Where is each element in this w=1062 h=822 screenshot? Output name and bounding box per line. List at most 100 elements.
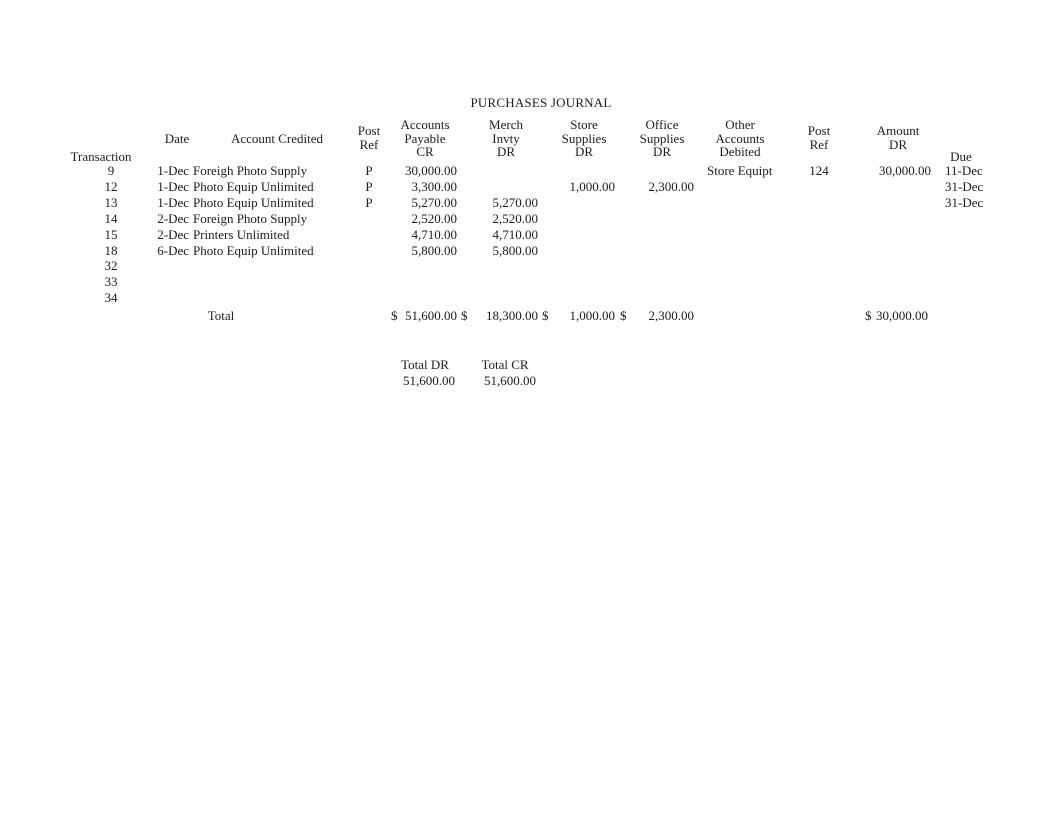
column-header-post-ref-1: Post Ref (358, 124, 380, 151)
total-dr-value: 51,600.00 (403, 373, 455, 388)
total-row-label: Total (207, 308, 235, 323)
cell-other-accounts: Store Equipt (707, 163, 773, 178)
total-row: Total $ 51,600.00 $ 18,300.00 $ 1,000.00… (0, 308, 1062, 324)
column-header-other-accounts-line3: Debited (719, 144, 761, 159)
column-header-merch-invty-line1: Merch (489, 117, 523, 132)
cell-post-ref-2: 124 (809, 163, 829, 178)
cell-date: 1-Dec (157, 163, 189, 178)
cell-due: 31-Dec (945, 194, 984, 210)
column-header-other-accounts-line2: Accounts (715, 130, 765, 146)
cell-post-ref-1: P (365, 163, 373, 178)
cell-merch-invty: 4,710.00 (492, 226, 539, 242)
purchases-journal-sheet: PURCHASES JOURNAL Transaction Date Accou… (0, 0, 1062, 822)
table-row: 15 2-Dec Printers Unlimited 4,710.00 4,710.0… (0, 227, 1062, 243)
column-header-other-accounts-line1: Other (725, 117, 755, 132)
cell-date: 2-Dec (157, 226, 189, 242)
cell-accounts-payable: 3,300.00 (411, 178, 458, 194)
total-row-currency-store-supplies: $ (542, 308, 549, 323)
cell-transaction: 12 (104, 178, 118, 194)
cell-date: 1-Dec (157, 178, 189, 194)
cell-transaction: 9 (107, 163, 115, 178)
total-row-store-supplies: 1,000.00 (569, 308, 616, 323)
cell-transaction: 15 (104, 226, 118, 242)
column-header-post-ref-2-line2: Ref (809, 136, 829, 152)
column-header-post-ref-2: Post Ref (808, 124, 830, 151)
cell-merch-invty: 5,270.00 (492, 194, 539, 210)
cell-office-supplies: 2,300.00 (648, 178, 695, 194)
page-title: PURCHASES JOURNAL (470, 95, 612, 110)
cell-account-credited: Printers Unlimited (193, 226, 290, 242)
column-header-amount-line2: DR (888, 136, 908, 152)
total-cr-label: Total CR (481, 357, 529, 372)
table-row: 14 2-Dec Foreign Photo Supply 2,520.00 2,520… (0, 211, 1062, 227)
total-row-currency-accounts-payable: $ (391, 308, 398, 323)
cell-transaction: 18 (104, 242, 118, 258)
cell-accounts-payable: 5,800.00 (411, 242, 458, 258)
column-header-accounts-payable: Accounts Payable CR (400, 118, 449, 159)
table-row: 13 1-Dec Photo Equip Unlimited P 5,270.00 5,2… (0, 195, 1062, 211)
cell-due: 11-Dec (945, 163, 983, 178)
column-header-office-supplies: Office Supplies DR (640, 118, 685, 159)
column-header-store-supplies-line3: DR (574, 144, 594, 159)
column-header-account-credited: Account Credited (230, 131, 324, 146)
column-header-store-supplies-line1: Store (570, 117, 598, 132)
cell-transaction: 32 (104, 258, 118, 274)
cell-accounts-payable: 4,710.00 (411, 226, 458, 242)
table-row: 34 (0, 290, 1062, 306)
column-header-merch-invty-line2: Invty (492, 130, 520, 146)
column-header-date: Date (164, 131, 190, 146)
column-header-accounts-payable-line2: Payable (404, 130, 446, 146)
cell-transaction: 13 (104, 194, 118, 210)
column-header-merch-invty: Merch Invty DR (489, 118, 523, 159)
column-header-store-supplies-line2: Supplies (561, 130, 607, 146)
cell-due: 31-Dec (945, 178, 984, 194)
table-row: 12 1-Dec Photo Equip Unlimited P 3,300.00 1,0… (0, 179, 1062, 195)
column-header-store-supplies: Store Supplies DR (562, 118, 607, 159)
total-row-amount: 30,000.00 (876, 308, 928, 323)
column-header-office-supplies-line1: Office (645, 117, 679, 132)
cell-accounts-payable: 30,000.00 (405, 163, 457, 178)
cell-account-credited: Photo Equip Unlimited (193, 194, 314, 210)
table-row: 33 (0, 274, 1062, 290)
column-header-amount-dr: Amount DR (877, 124, 920, 151)
cell-merch-invty: 5,800.00 (492, 242, 539, 258)
cell-store-supplies: 1,000.00 (569, 178, 616, 194)
column-header-post-ref-1-line1: Post (357, 123, 381, 138)
total-row-currency-office-supplies: $ (620, 308, 627, 323)
column-header-amount-line1: Amount (876, 123, 920, 138)
total-row-merch-invty: 18,300.00 (486, 308, 538, 323)
column-header-office-supplies-line2: Supplies (639, 130, 685, 146)
cell-transaction: 33 (104, 274, 118, 290)
column-header-other-accounts-debited: Other Accounts Debited (715, 118, 764, 159)
cell-account-credited: Photo Equip Unlimited (193, 242, 314, 258)
cell-account-credited: Foreign Photo Supply (193, 210, 308, 226)
cell-merch-invty: 2,520.00 (492, 210, 539, 226)
column-header-merch-invty-line3: DR (496, 144, 516, 159)
total-row-office-supplies: 2,300.00 (648, 308, 695, 323)
cell-post-ref-1: P (365, 194, 373, 210)
column-header-post-ref-1-line2: Ref (359, 136, 379, 152)
cell-accounts-payable: 5,270.00 (411, 194, 458, 210)
column-header-post-ref-2-line1: Post (807, 123, 831, 138)
cell-accounts-payable: 2,520.00 (411, 210, 458, 226)
cell-amount: 30,000.00 (879, 163, 931, 178)
total-row-accounts-payable: 51,600.00 (405, 308, 457, 323)
total-cr-value: 51,600.00 (484, 373, 536, 388)
cell-date: 1-Dec (157, 194, 189, 210)
column-header-accounts-payable-line3: CR (416, 144, 434, 159)
cell-transaction: 34 (104, 290, 118, 306)
cell-account-credited: Photo Equip Unlimited (193, 178, 314, 194)
table-row: 9 1-Dec Foreigh Photo Supply P 30,000.00 Stor… (0, 163, 1062, 179)
total-dr-label: Total DR (401, 357, 449, 372)
cell-date: 6-Dec (157, 242, 189, 258)
total-row-currency-amount: $ (865, 308, 872, 323)
cell-account-credited: Foreigh Photo Supply (193, 163, 308, 178)
total-row-currency-merch-invty: $ (461, 308, 468, 323)
table-row: 18 6-Dec Photo Equip Unlimited 5,800.00 5,80… (0, 243, 1062, 259)
cell-transaction: 14 (104, 210, 118, 226)
cell-date: 2-Dec (157, 210, 189, 226)
column-header-accounts-payable-line1: Accounts (400, 117, 450, 132)
table-row: 32 (0, 258, 1062, 274)
column-header-office-supplies-line3: DR (652, 144, 672, 159)
cell-post-ref-1: P (365, 178, 373, 194)
